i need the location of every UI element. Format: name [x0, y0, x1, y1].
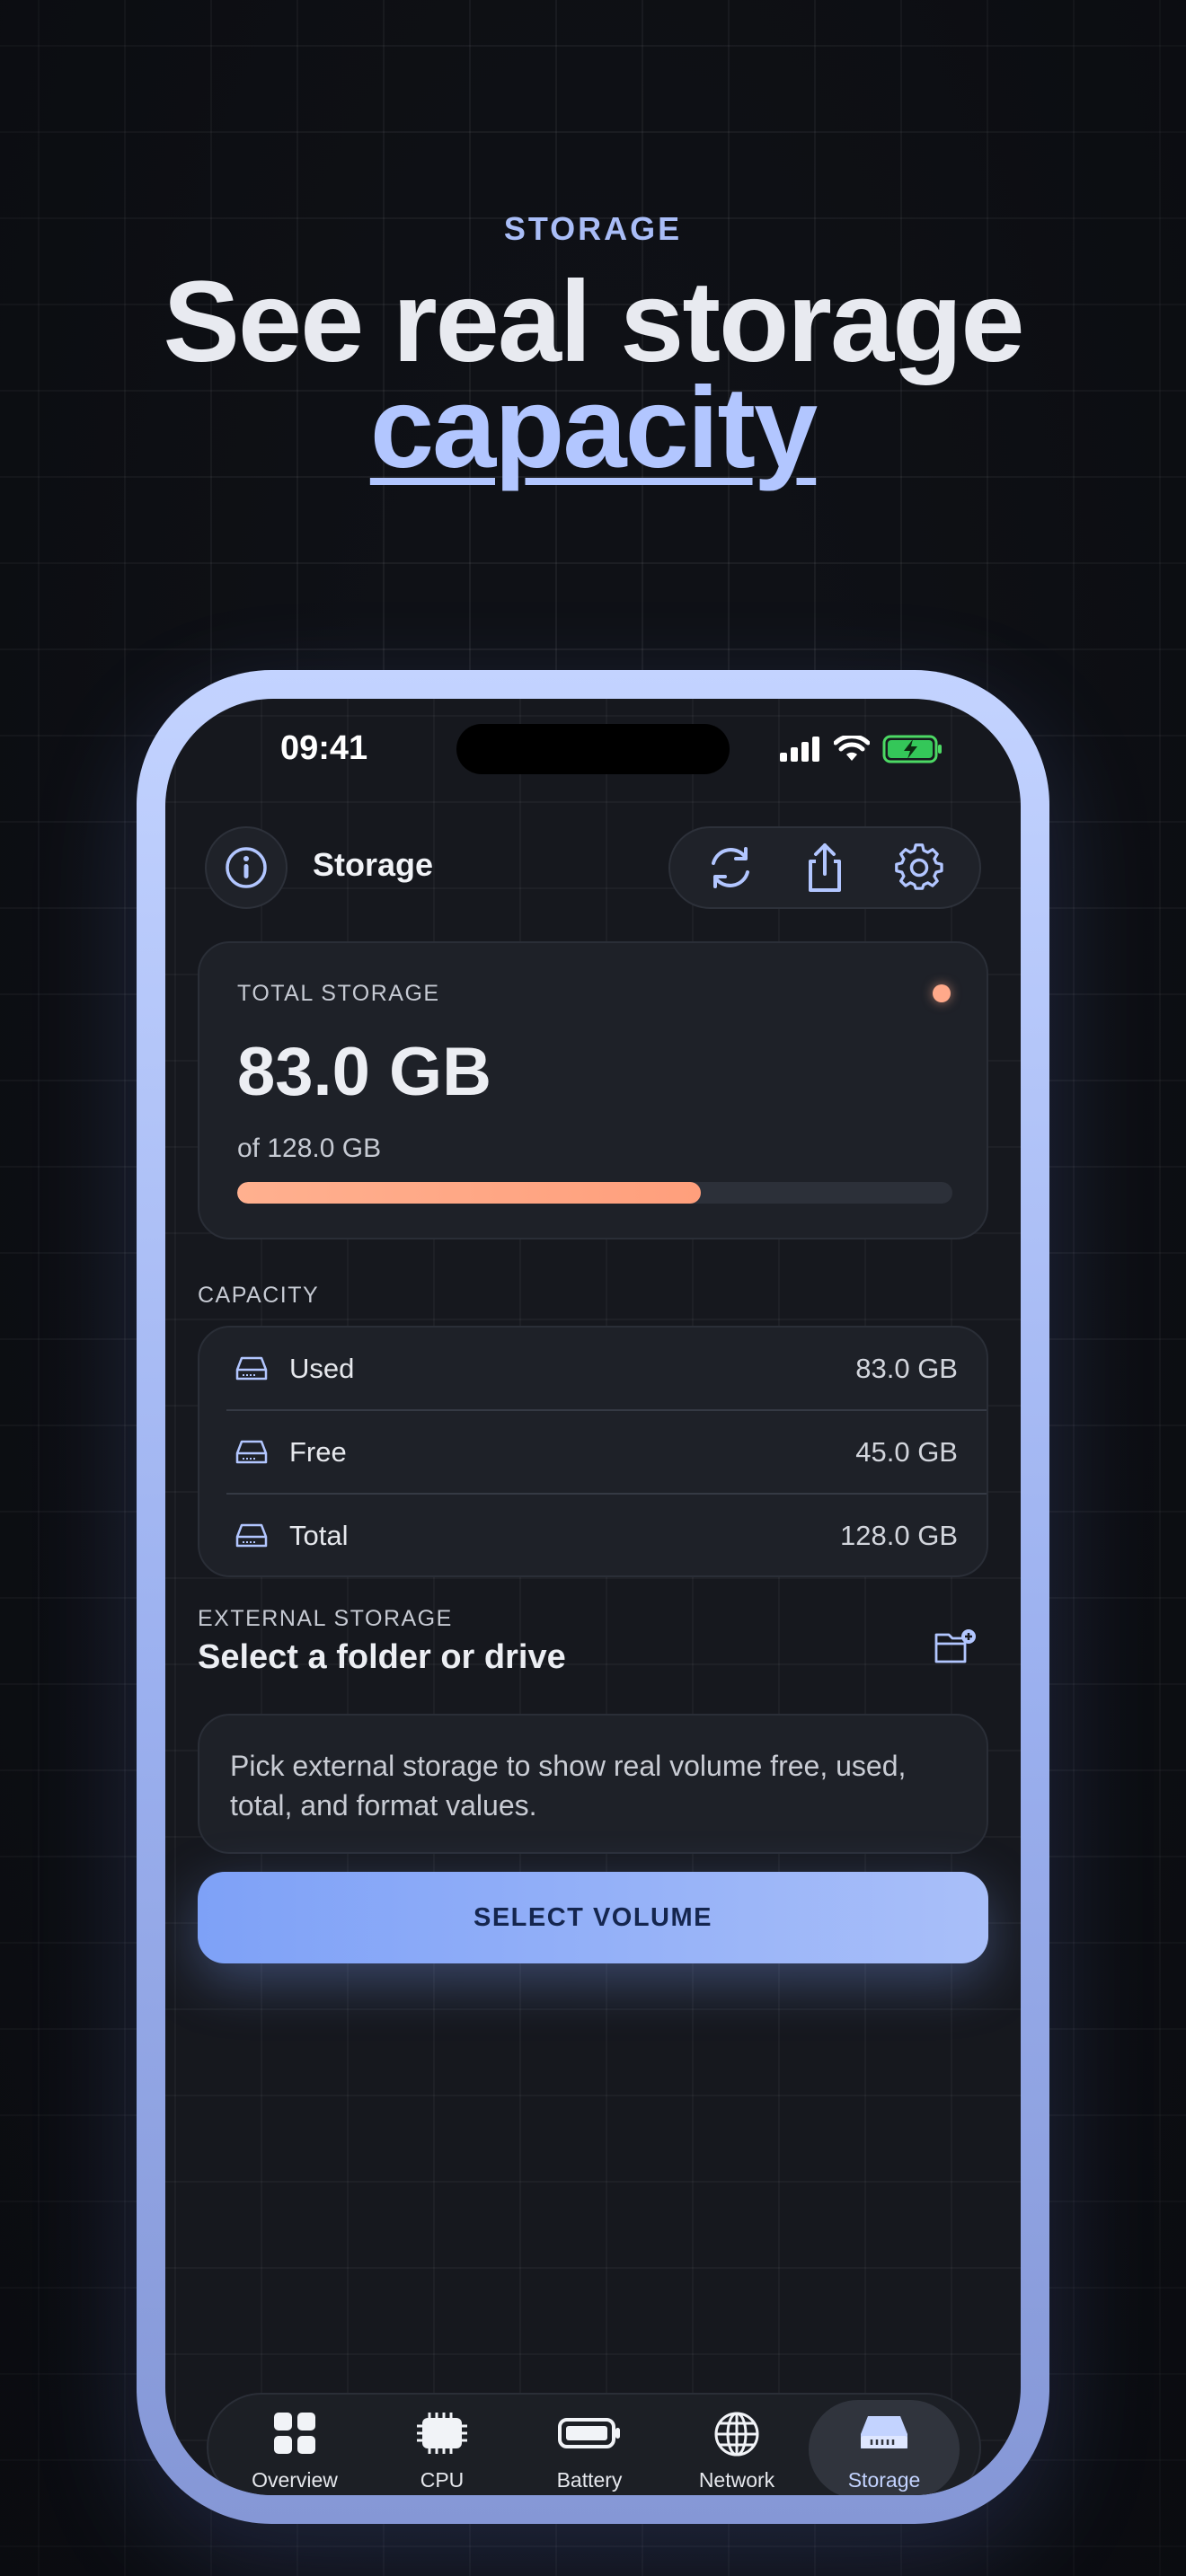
capacity-card: Used 83.0 GB Free 45.0 GB Total 128.0 GB — [198, 1326, 988, 1577]
capacity-row-free: Free 45.0 GB — [199, 1411, 987, 1494]
share-icon — [808, 843, 841, 892]
status-indicator-dot — [933, 984, 951, 1002]
storage-progress-fill — [237, 1182, 701, 1204]
tab-label: Overview — [252, 2468, 338, 2492]
storage-progress-bar — [237, 1182, 952, 1204]
tab-bar: Overview CPU Battery Network Storage — [207, 2393, 981, 2495]
tab-overview[interactable]: Overview — [219, 2400, 370, 2495]
tab-network[interactable]: Network — [661, 2400, 812, 2495]
external-storage-title: Select a folder or drive — [198, 1638, 566, 1676]
capacity-row-value: 128.0 GB — [840, 1520, 958, 1551]
top-bar: Storage — [205, 826, 981, 909]
tab-label: CPU — [420, 2468, 465, 2492]
capacity-row-value: 45.0 GB — [855, 1436, 958, 1468]
drive-icon — [235, 1440, 268, 1464]
phone-screen: 09:41 Storage TOTAL STORAGE 83.0 GB of 1… — [165, 699, 1021, 2495]
capacity-row-label: Free — [289, 1436, 347, 1468]
section-eyebrow: STORAGE — [503, 210, 683, 247]
settings-button[interactable] — [883, 832, 955, 904]
total-storage-card: TOTAL STORAGE 83.0 GB of 128.0 GB — [198, 941, 988, 1239]
tab-label: Storage — [847, 2468, 921, 2492]
phone-frame: 09:41 Storage TOTAL STORAGE 83.0 GB of 1… — [137, 670, 1049, 2524]
total-storage-capacity: of 128.0 GB — [237, 1134, 382, 1163]
gear-icon — [895, 843, 943, 890]
header-actions — [668, 826, 981, 909]
headline-line-1: See real storage — [163, 258, 1025, 386]
grid-icon — [274, 2413, 315, 2454]
capacity-row-used: Used 83.0 GB — [199, 1328, 987, 1410]
refresh-icon — [711, 847, 749, 888]
status-icons — [780, 735, 943, 763]
drive-icon — [235, 1523, 268, 1548]
screen-title: Storage — [313, 846, 434, 883]
refresh-button[interactable] — [695, 832, 766, 904]
tab-cpu[interactable]: CPU — [367, 2400, 518, 2495]
capacity-row-value: 83.0 GB — [855, 1353, 958, 1384]
battery-charging-icon — [882, 735, 942, 763]
tab-battery[interactable]: Battery — [514, 2400, 665, 2495]
drive-icon — [235, 1356, 268, 1381]
tab-label: Network — [698, 2468, 775, 2492]
battery-icon — [558, 2418, 620, 2448]
info-button[interactable] — [205, 826, 288, 909]
drive-icon — [861, 2416, 907, 2448]
capacity-row-label: Used — [289, 1353, 355, 1384]
marketing-headline: See real storage capacity — [0, 258, 1186, 486]
status-time: 09:41 — [280, 729, 368, 767]
tab-label: Battery — [556, 2468, 623, 2492]
chip-icon — [417, 2413, 467, 2454]
capacity-row-label: Total — [289, 1520, 349, 1551]
globe-icon — [714, 2412, 759, 2457]
capacity-section-label: CAPACITY — [198, 1283, 320, 1308]
external-storage-label: EXTERNAL STORAGE — [198, 1606, 453, 1631]
add-folder-icon[interactable] — [933, 1628, 979, 1667]
wifi-icon — [834, 736, 870, 761]
tab-storage[interactable]: Storage — [809, 2400, 960, 2495]
info-icon — [226, 847, 267, 888]
total-storage-label: TOTAL STORAGE — [237, 981, 440, 1006]
capacity-row-total: Total 128.0 GB — [199, 1495, 987, 1577]
signal-icon — [780, 737, 819, 762]
total-storage-value: 83.0 GB — [237, 1034, 492, 1110]
external-storage-description: Pick external storage to show real volum… — [230, 1750, 907, 1822]
headline-accent: capacity — [369, 364, 818, 492]
select-volume-button[interactable]: SELECT VOLUME — [198, 1872, 988, 1963]
dynamic-island — [456, 724, 730, 774]
share-button[interactable] — [789, 832, 861, 904]
external-storage-card: Pick external storage to show real volum… — [198, 1714, 988, 1854]
